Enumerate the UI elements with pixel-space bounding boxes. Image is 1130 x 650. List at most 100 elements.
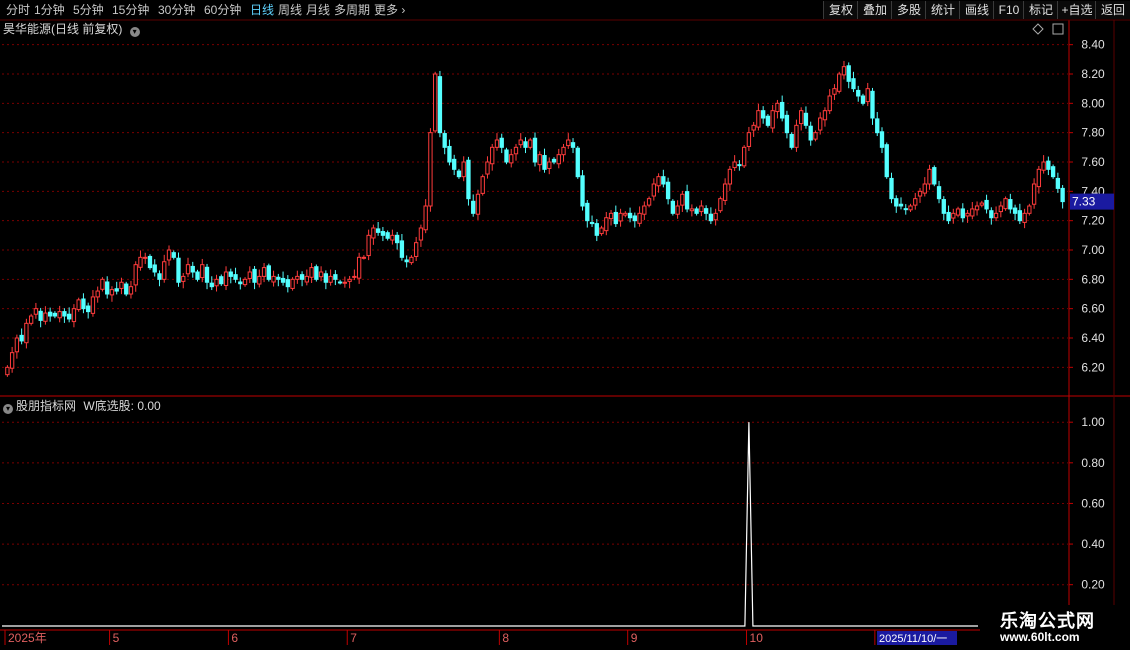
candle-body: [599, 227, 604, 235]
candle-body: [561, 146, 566, 156]
candle-body: [333, 274, 338, 280]
candle-body: [993, 212, 999, 219]
candle-body: [261, 267, 267, 277]
candle-body: [285, 279, 290, 288]
candle-body: [637, 212, 642, 224]
candle-body: [818, 117, 823, 131]
candle-body: [741, 146, 747, 167]
candle-body: [337, 281, 343, 284]
indicator-y-tick-label: 1.00: [1081, 415, 1105, 429]
candle-body: [442, 133, 447, 148]
candle-body: [399, 240, 405, 258]
candle-body: [623, 212, 628, 216]
candle-body: [898, 203, 904, 207]
y-tick-label: 7.60: [1081, 155, 1105, 169]
candle-body: [523, 141, 528, 148]
candle-body: [889, 177, 894, 200]
time-tick-label: 8: [502, 631, 509, 645]
candle-body: [532, 137, 538, 163]
candle-body: [385, 232, 390, 239]
candle-body: [765, 115, 771, 126]
candle-body: [456, 170, 462, 178]
candle-body: [528, 139, 533, 148]
candle-body: [1036, 168, 1042, 188]
candle-body: [176, 257, 181, 283]
candle-body: [651, 183, 656, 197]
candle-body: [537, 154, 542, 166]
candle-body: [280, 277, 286, 283]
candle-body: [366, 234, 371, 257]
candle-body: [1031, 183, 1037, 205]
y-tick-label: 6.60: [1081, 302, 1105, 316]
candle-body: [233, 274, 238, 280]
candle-body: [328, 275, 333, 283]
candle-body: [314, 266, 319, 280]
candle-body: [257, 275, 262, 285]
chart-canvas[interactable]: 8.408.208.007.807.607.407.207.006.806.60…: [0, 0, 1130, 650]
candle-body: [756, 110, 761, 128]
candle-body: [428, 132, 433, 207]
candle-body: [879, 131, 885, 148]
candle-body: [870, 90, 875, 119]
candle-body: [732, 161, 737, 169]
current-price-label: 7.33: [1072, 195, 1096, 209]
candle-body: [447, 145, 452, 163]
candle-body: [513, 146, 519, 155]
candle-body: [214, 278, 219, 287]
candle-body: [171, 252, 176, 258]
candle-body: [162, 261, 167, 280]
candle-body: [613, 211, 618, 225]
candle-body: [832, 88, 837, 95]
candle-body: [608, 212, 614, 220]
candle-body: [266, 265, 271, 280]
candle-body: [390, 234, 395, 241]
y-tick-label: 7.20: [1081, 214, 1105, 228]
candle-body: [200, 264, 205, 279]
candle-body: [380, 231, 386, 236]
candle-body: [1017, 210, 1023, 222]
candle-body: [209, 282, 214, 288]
candle-body: [594, 223, 599, 236]
candle-body: [960, 208, 965, 219]
candle-body: [76, 299, 81, 311]
candle-body: [24, 322, 29, 344]
candle-body: [1055, 177, 1061, 189]
candle-body: [342, 281, 348, 284]
candle-body: [295, 275, 300, 280]
candle-body: [808, 125, 813, 141]
candle-body: [703, 208, 709, 214]
candle-body: [585, 202, 590, 222]
candle-body: [423, 205, 428, 231]
candle-body: [1041, 161, 1046, 171]
candle-body: [946, 211, 951, 222]
candle-body: [195, 271, 200, 280]
candle-body: [846, 65, 851, 82]
candle-body: [371, 227, 376, 239]
candle-body: [223, 271, 229, 286]
candle-body: [119, 281, 124, 289]
candle-body: [504, 149, 509, 163]
y-tick-label: 7.80: [1081, 126, 1105, 140]
time-tick-label: 6: [231, 631, 238, 645]
candle-body: [799, 110, 804, 125]
candle-body: [841, 66, 847, 76]
candle-body: [437, 76, 443, 134]
candle-body: [722, 183, 728, 201]
candle-body: [81, 298, 86, 310]
candle-body: [361, 256, 367, 259]
candle-body: [138, 256, 143, 268]
candle-body: [47, 311, 53, 317]
candle-body: [204, 266, 210, 283]
candle-body: [433, 73, 438, 132]
candle-body: [775, 102, 780, 113]
candle-body: [181, 275, 186, 282]
candle-body: [304, 275, 310, 283]
candle-body: [770, 110, 775, 129]
candle-body: [509, 154, 514, 164]
candle-body: [228, 271, 233, 277]
candle-body: [375, 228, 381, 233]
candle-body: [542, 155, 547, 170]
candle-body: [656, 176, 661, 187]
candle-body: [566, 139, 571, 147]
candle-body: [908, 205, 913, 211]
